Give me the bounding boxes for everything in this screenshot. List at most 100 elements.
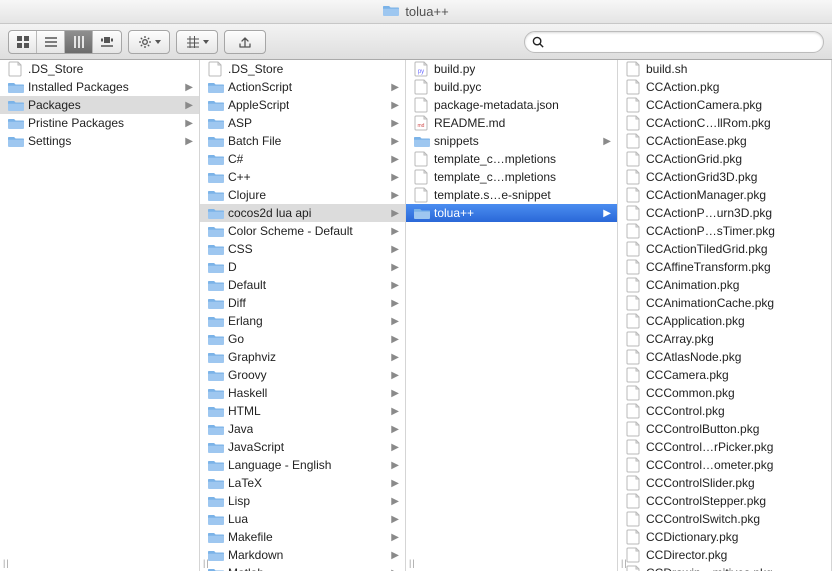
file-icon <box>414 169 430 185</box>
list-item[interactable]: C++▶ <box>200 168 405 186</box>
chevron-right-icon: ▶ <box>391 442 399 453</box>
list-item[interactable]: CCActionGrid.pkg <box>618 150 831 168</box>
list-item[interactable]: Go▶ <box>200 330 405 348</box>
list-item[interactable]: Installed Packages▶ <box>0 78 199 96</box>
list-item[interactable]: CCControl…ometer.pkg <box>618 456 831 474</box>
list-item[interactable]: .DS_Store <box>200 60 405 78</box>
list-item[interactable]: CCActionCamera.pkg <box>618 96 831 114</box>
list-item[interactable]: CCControlSlider.pkg <box>618 474 831 492</box>
list-item[interactable]: C#▶ <box>200 150 405 168</box>
folder-icon <box>208 493 224 509</box>
list-item[interactable]: package-metadata.json <box>406 96 617 114</box>
column[interactable]: build.shCCAction.pkgCCActionCamera.pkgCC… <box>618 60 832 571</box>
list-item[interactable]: CCCommon.pkg <box>618 384 831 402</box>
item-label: CCCamera.pkg <box>646 368 729 382</box>
list-item[interactable]: build.pyc <box>406 78 617 96</box>
list-item[interactable]: CCActionTiledGrid.pkg <box>618 240 831 258</box>
list-item[interactable]: Packages▶ <box>0 96 199 114</box>
list-item[interactable]: Diff▶ <box>200 294 405 312</box>
list-item[interactable]: tolua++▶ <box>406 204 617 222</box>
list-item[interactable]: CCAnimationCache.pkg <box>618 294 831 312</box>
list-item[interactable]: CCDictionary.pkg <box>618 528 831 546</box>
item-label: Packages <box>28 98 81 112</box>
file-icon <box>626 241 642 257</box>
action-menu-button[interactable] <box>128 30 170 54</box>
list-item[interactable]: template_c…mpletions <box>406 168 617 186</box>
list-item[interactable]: build.sh <box>618 60 831 78</box>
chevron-right-icon: ▶ <box>391 280 399 291</box>
list-item[interactable]: Markdown▶ <box>200 546 405 564</box>
list-item[interactable]: template.s…e-snippet <box>406 186 617 204</box>
list-item[interactable]: Makefile▶ <box>200 528 405 546</box>
list-item[interactable]: template_c…mpletions <box>406 150 617 168</box>
list-item[interactable]: cocos2d lua api▶ <box>200 204 405 222</box>
list-item[interactable]: Groovy▶ <box>200 366 405 384</box>
list-item[interactable]: README.md <box>406 114 617 132</box>
coverflow-view-button[interactable] <box>93 31 121 53</box>
list-item[interactable]: CCControlStepper.pkg <box>618 492 831 510</box>
list-item[interactable]: build.py <box>406 60 617 78</box>
list-item[interactable]: CCAnimation.pkg <box>618 276 831 294</box>
list-item[interactable]: Batch File▶ <box>200 132 405 150</box>
list-item[interactable]: LaTeX▶ <box>200 474 405 492</box>
list-item[interactable]: JavaScript▶ <box>200 438 405 456</box>
list-item[interactable]: Language - English▶ <box>200 456 405 474</box>
list-item[interactable]: CCDrawin…mitives.pkg <box>618 564 831 571</box>
list-item[interactable]: CCApplication.pkg <box>618 312 831 330</box>
columns-view-button[interactable] <box>65 31 93 53</box>
list-item[interactable]: CCActionC…llRom.pkg <box>618 114 831 132</box>
share-menu-button[interactable] <box>224 30 266 54</box>
list-item[interactable]: Lisp▶ <box>200 492 405 510</box>
search-input[interactable] <box>524 31 824 53</box>
list-item[interactable]: Haskell▶ <box>200 384 405 402</box>
column-resize-grip[interactable]: || <box>3 558 10 568</box>
list-item[interactable]: Graphviz▶ <box>200 348 405 366</box>
list-item[interactable]: Java▶ <box>200 420 405 438</box>
list-item[interactable]: CCControlSwitch.pkg <box>618 510 831 528</box>
list-item[interactable]: CCControlButton.pkg <box>618 420 831 438</box>
column[interactable]: .DS_StoreActionScript▶AppleScript▶ASP▶Ba… <box>200 60 406 571</box>
list-item[interactable]: Color Scheme - Default▶ <box>200 222 405 240</box>
item-label: template_c…mpletions <box>434 170 556 184</box>
list-item[interactable]: ASP▶ <box>200 114 405 132</box>
list-item[interactable]: CCAtlasNode.pkg <box>618 348 831 366</box>
list-item[interactable]: Matlab▶ <box>200 564 405 571</box>
item-label: CCApplication.pkg <box>646 314 745 328</box>
list-item[interactable]: CCControl…rPicker.pkg <box>618 438 831 456</box>
list-item[interactable]: CCActionEase.pkg <box>618 132 831 150</box>
list-item[interactable]: CCDirector.pkg <box>618 546 831 564</box>
list-item[interactable]: CCArray.pkg <box>618 330 831 348</box>
list-item[interactable]: D▶ <box>200 258 405 276</box>
list-item[interactable]: AppleScript▶ <box>200 96 405 114</box>
column[interactable]: build.pybuild.pycpackage-metadata.jsonRE… <box>406 60 618 571</box>
list-item[interactable]: Erlang▶ <box>200 312 405 330</box>
list-item[interactable]: CCControl.pkg <box>618 402 831 420</box>
list-item[interactable]: CCActionGrid3D.pkg <box>618 168 831 186</box>
column-resize-grip[interactable]: || <box>409 558 416 568</box>
list-item[interactable]: Default▶ <box>200 276 405 294</box>
list-item[interactable]: CCActionP…urn3D.pkg <box>618 204 831 222</box>
list-item[interactable]: HTML▶ <box>200 402 405 420</box>
list-item[interactable]: CSS▶ <box>200 240 405 258</box>
file-icon <box>626 313 642 329</box>
list-item[interactable]: ActionScript▶ <box>200 78 405 96</box>
list-item[interactable]: Clojure▶ <box>200 186 405 204</box>
list-item[interactable]: snippets▶ <box>406 132 617 150</box>
file-icon <box>8 61 24 77</box>
icons-view-button[interactable] <box>9 31 37 53</box>
list-item[interactable]: CCAffineTransform.pkg <box>618 258 831 276</box>
list-item[interactable]: CCAction.pkg <box>618 78 831 96</box>
chevron-right-icon: ▶ <box>391 244 399 255</box>
file-icon <box>626 205 642 221</box>
column[interactable]: .DS_StoreInstalled Packages▶Packages▶Pri… <box>0 60 200 571</box>
list-item[interactable]: Settings▶ <box>0 132 199 150</box>
list-item[interactable]: Lua▶ <box>200 510 405 528</box>
list-item[interactable]: CCActionManager.pkg <box>618 186 831 204</box>
list-item[interactable]: CCActionP…sTimer.pkg <box>618 222 831 240</box>
list-item[interactable]: CCCamera.pkg <box>618 366 831 384</box>
list-item[interactable]: Pristine Packages▶ <box>0 114 199 132</box>
list-item[interactable]: .DS_Store <box>0 60 199 78</box>
list-view-button[interactable] <box>37 31 65 53</box>
arrange-menu-button[interactable] <box>176 30 218 54</box>
item-label: Makefile <box>228 530 273 544</box>
